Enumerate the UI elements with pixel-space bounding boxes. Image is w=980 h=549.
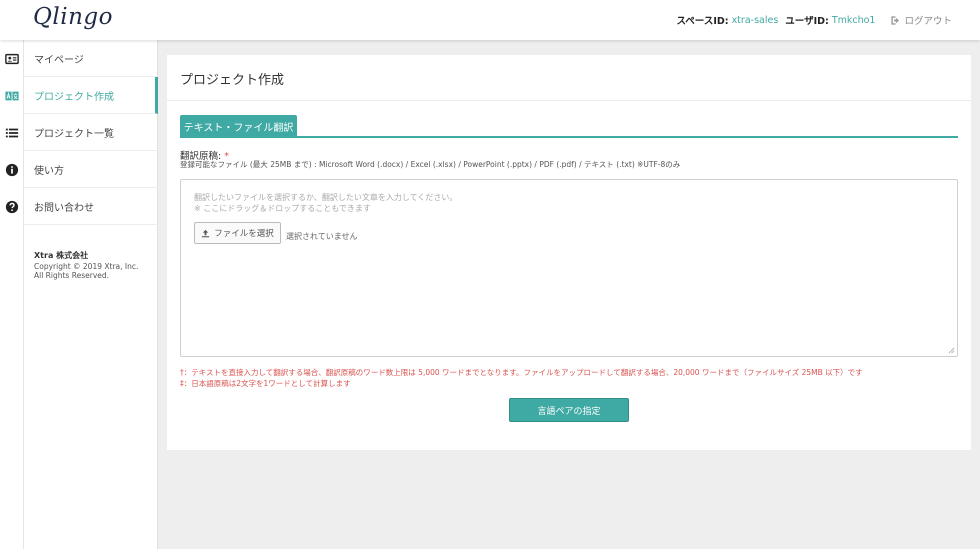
space-id-label: スペースID:: [676, 16, 729, 27]
sidebar-icon-help[interactable]: [0, 151, 24, 188]
sidebar-icon-strip: [0, 40, 24, 549]
sidebar: マイページ プロジェクト作成 プロジェクト一覧 使い方 お問い合わせ Xtra …: [24, 40, 158, 549]
japanese-word-count-note: ‡：日本語原稿は2文字を1ワードとして計算します: [180, 379, 351, 388]
sidebar-icon-contact[interactable]: [0, 188, 24, 225]
word-limit-note: †：テキストを直接入力して翻訳する場合、翻訳原稿のワード数上限は 5,000 ワ…: [180, 368, 863, 377]
sidebar-item-label: お問い合わせ: [34, 202, 94, 214]
question-icon: [5, 200, 19, 213]
app-logo[interactable]: Qlingo: [33, 4, 113, 30]
choose-file-button[interactable]: ファイルを選択: [194, 222, 281, 244]
source-text-dropzone[interactable]: 翻訳したいファイルを選択するか、翻訳したい文章を入力してください。 ※ ここにド…: [180, 179, 958, 357]
user-id-label: ユーザID:: [785, 16, 829, 27]
title-divider: [167, 100, 971, 101]
sidebar-item-label: プロジェクト作成: [34, 91, 114, 103]
translate-icon: [5, 91, 19, 100]
sidebar-item-label: マイページ: [34, 54, 84, 66]
page-title: プロジェクト作成: [180, 73, 285, 88]
sidebar-icon-list[interactable]: [0, 114, 24, 151]
copyright-text: Copyright © 2019 Xtra, Inc. All Rights R…: [34, 262, 139, 281]
upload-icon: [202, 229, 210, 237]
resize-handle-icon[interactable]: [948, 347, 955, 354]
sidebar-icon-mypage[interactable]: [0, 40, 24, 77]
logout-link[interactable]: ログアウト: [890, 13, 952, 27]
sidebar-item-label: 使い方: [34, 165, 64, 177]
choose-file-label: ファイルを選択: [214, 229, 274, 239]
logout-label: ログアウト: [904, 16, 952, 27]
user-id-value: Tmkcho1: [831, 14, 876, 26]
file-status-text: 選択されていません: [286, 232, 358, 241]
company-name: Xtra 株式会社: [34, 251, 89, 260]
sidebar-item-contact[interactable]: お問い合わせ: [24, 188, 158, 225]
dropzone-placeholder-line1: 翻訳したいファイルを選択するか、翻訳したい文章を入力してください。: [194, 193, 458, 202]
sidebar-item-project-list[interactable]: プロジェクト一覧: [24, 114, 158, 151]
tab-text-file-translation[interactable]: テキスト・ファイル翻訳: [180, 115, 297, 137]
project-create-card: プロジェクト作成 テキスト・ファイル翻訳 翻訳原稿: * 登録可能なファイル (…: [167, 55, 971, 450]
info-icon: [5, 163, 19, 176]
header-user-info: スペースID: xtra-sales ユーザID: Tmkcho1 ログアウト: [676, 13, 952, 28]
sidebar-item-label: プロジェクト一覧: [34, 128, 114, 140]
supported-formats-text: 登録可能なファイル (最大 25MB まで) : Microsoft Word …: [180, 160, 681, 169]
sidebar-icon-create[interactable]: [0, 77, 24, 114]
top-header: Qlingo スペースID: xtra-sales ユーザID: Tmkcho1…: [0, 0, 980, 40]
space-id-value: xtra-sales: [731, 14, 779, 26]
tab-underline: [180, 136, 958, 138]
list-icon: [5, 128, 19, 137]
sidebar-item-project-create[interactable]: プロジェクト作成: [24, 77, 158, 114]
sidebar-item-mypage[interactable]: マイページ: [24, 40, 158, 77]
dropzone-placeholder-line2: ※ ここにドラッグ＆ドロップすることもできます: [194, 204, 371, 213]
specify-language-pair-button[interactable]: 言語ペアの指定: [509, 398, 629, 422]
sidebar-item-how-to-use[interactable]: 使い方: [24, 151, 158, 188]
logout-icon: [891, 15, 900, 25]
id-card-icon: [5, 53, 19, 64]
